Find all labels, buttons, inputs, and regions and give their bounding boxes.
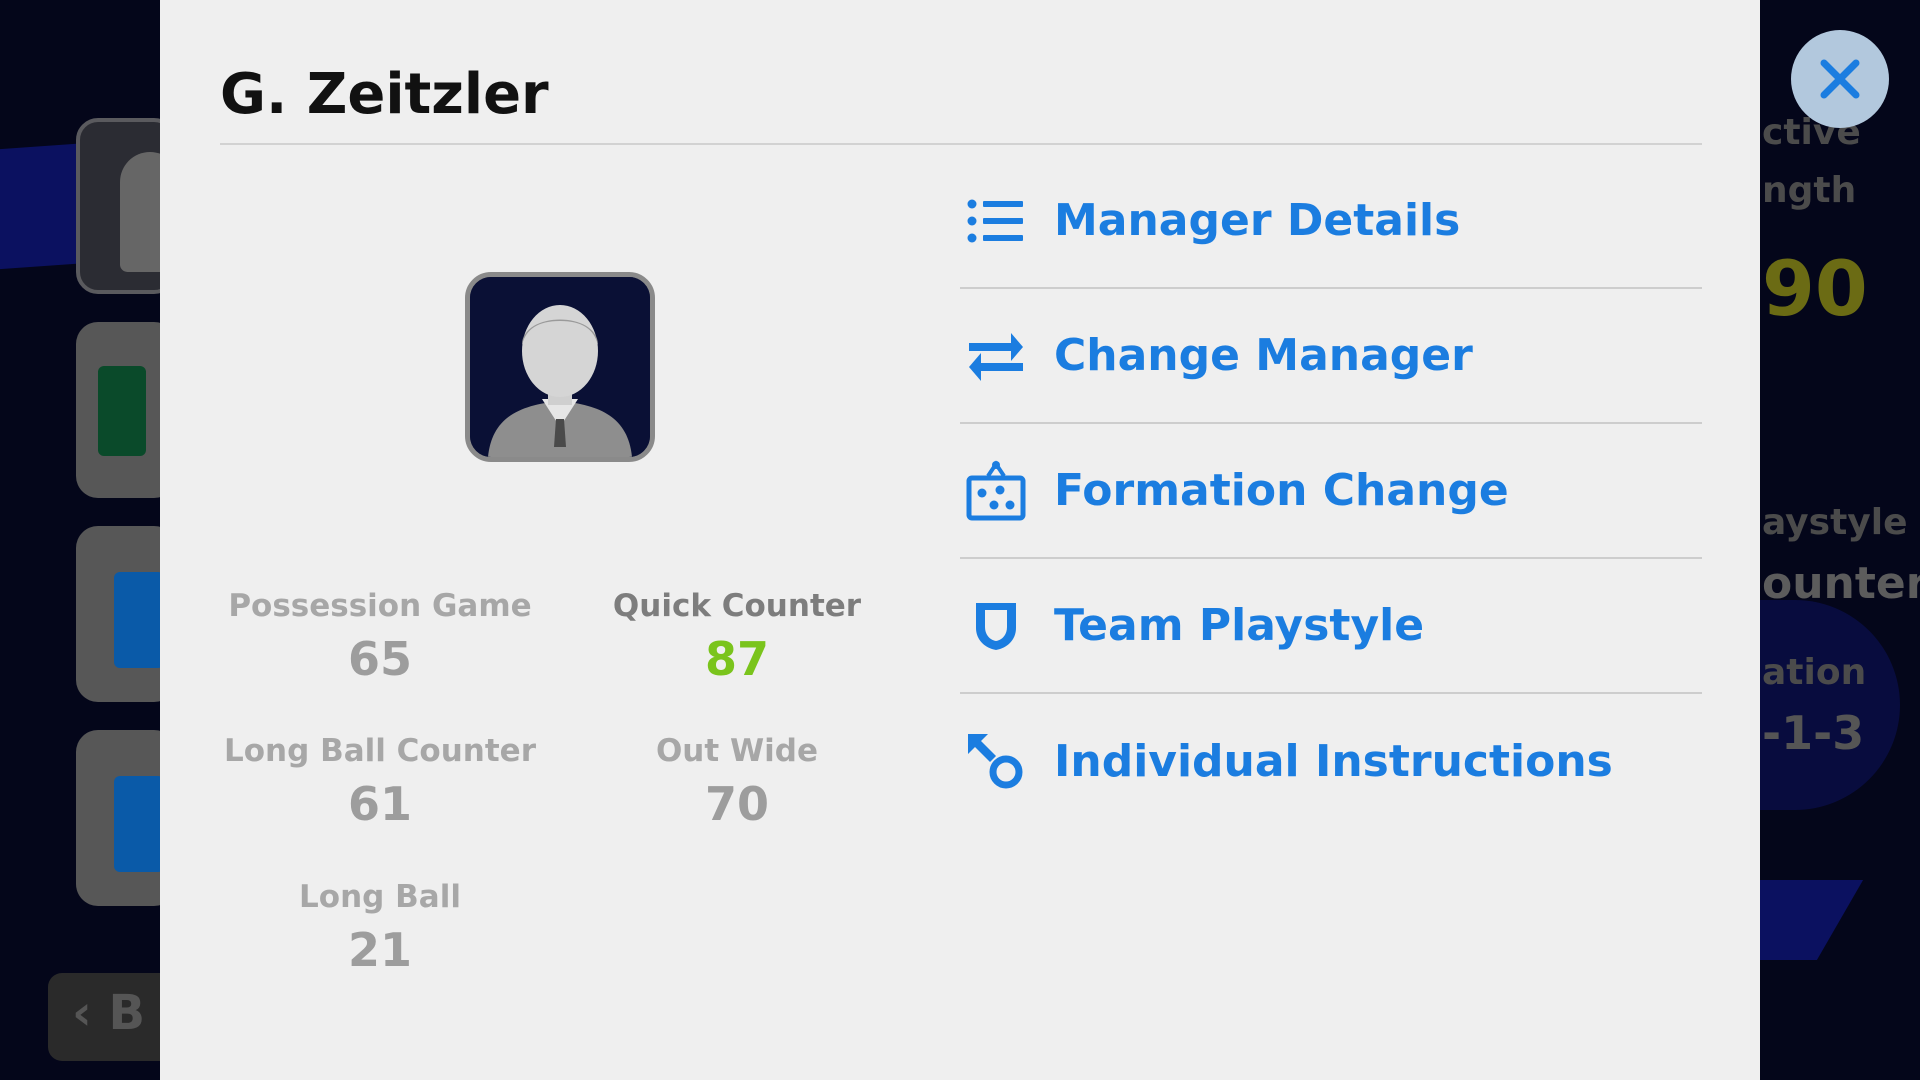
background-text: -1-3 bbox=[1762, 706, 1865, 760]
menu-item-individual-instructions[interactable]: Individual Instructions bbox=[960, 694, 1702, 829]
stat-possession-game: Possession Game 65 bbox=[220, 588, 540, 686]
menu-item-manager-details[interactable]: Manager Details bbox=[960, 154, 1702, 289]
close-icon bbox=[1820, 59, 1860, 99]
manager-modal: G. Zeitzler Possession Game 65 Quick Cou… bbox=[160, 0, 1760, 1080]
menu-item-label: Change Manager bbox=[1054, 330, 1473, 381]
swap-arrows-icon bbox=[964, 324, 1028, 388]
stat-value: 65 bbox=[347, 632, 412, 686]
chevron-left-icon: ‹ bbox=[72, 985, 92, 1041]
stat-label: Long Ball bbox=[299, 879, 461, 915]
person-silhouette-icon bbox=[470, 277, 650, 457]
menu-item-change-manager[interactable]: Change Manager bbox=[960, 289, 1702, 424]
background-text: ngth bbox=[1762, 170, 1857, 211]
menu-item-formation-change[interactable]: Formation Change bbox=[960, 424, 1702, 559]
menu-item-team-playstyle[interactable]: Team Playstyle bbox=[960, 559, 1702, 694]
background-strength-value: 90 bbox=[1762, 244, 1868, 333]
background-text: ounter bbox=[1762, 558, 1920, 609]
menu-item-label: Team Playstyle bbox=[1054, 600, 1425, 651]
divider bbox=[220, 143, 1702, 145]
list-icon bbox=[964, 189, 1028, 253]
background-text: ation bbox=[1762, 652, 1867, 693]
stat-value: 61 bbox=[347, 777, 412, 831]
manager-menu: Manager Details Change Manager Formation… bbox=[960, 154, 1702, 829]
close-button[interactable] bbox=[1791, 30, 1889, 128]
menu-item-label: Manager Details bbox=[1054, 195, 1461, 246]
stat-label: Quick Counter bbox=[612, 588, 862, 624]
stat-label: Out Wide bbox=[655, 733, 819, 769]
stat-long-ball-counter: Long Ball Counter 61 bbox=[220, 733, 540, 831]
manager-avatar bbox=[465, 272, 655, 462]
stat-quick-counter: Quick Counter 87 bbox=[577, 588, 897, 686]
background-text: aystyle bbox=[1762, 502, 1908, 543]
stat-long-ball: Long Ball 21 bbox=[220, 879, 540, 977]
formation-board-icon bbox=[964, 459, 1028, 523]
stat-label: Possession Game bbox=[228, 588, 532, 624]
menu-item-label: Individual Instructions bbox=[1054, 736, 1613, 787]
stat-value: 87 bbox=[704, 632, 769, 686]
shield-icon bbox=[964, 594, 1028, 658]
stat-value: 70 bbox=[704, 777, 769, 831]
stat-out-wide: Out Wide 70 bbox=[577, 733, 897, 831]
stat-label: Long Ball Counter bbox=[223, 733, 536, 769]
instruction-arrow-icon bbox=[964, 730, 1028, 794]
manager-name-title: G. Zeitzler bbox=[220, 62, 549, 127]
stat-value: 21 bbox=[347, 923, 412, 977]
menu-item-label: Formation Change bbox=[1054, 465, 1509, 516]
